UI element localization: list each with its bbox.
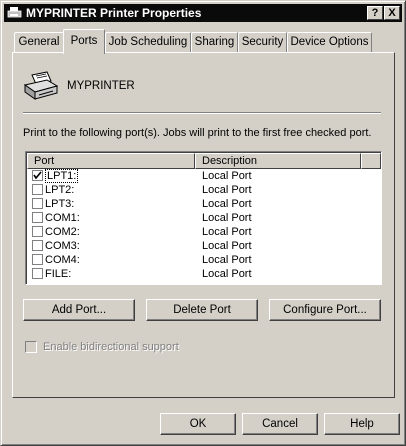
port-row[interactable]: COM3: Local Port	[28, 239, 378, 253]
port-name: LPT2:	[45, 184, 75, 196]
help-button[interactable]: Help	[324, 413, 400, 435]
port-description: Local Port	[202, 212, 252, 224]
ports-list[interactable]: Port Description LPT1: Local Port LPT2: …	[25, 151, 382, 285]
column-header-filler	[361, 153, 381, 169]
port-checkbox[interactable]	[32, 198, 43, 209]
bidirectional-checkbox	[25, 341, 37, 353]
tab-general[interactable]: General	[14, 32, 64, 52]
port-row[interactable]: LPT3: Local Port	[28, 197, 378, 211]
printer-properties-window: MYPRINTER Printer Properties ? X General…	[0, 0, 406, 446]
port-row[interactable]: LPT1: Local Port	[28, 169, 378, 183]
tab-security[interactable]: Security	[238, 32, 287, 52]
port-description: Local Port	[202, 254, 252, 266]
port-checkbox[interactable]	[32, 184, 43, 195]
title-bar[interactable]: MYPRINTER Printer Properties ? X	[4, 4, 402, 22]
port-name: COM3:	[45, 240, 80, 252]
tab-ports[interactable]: Ports	[63, 29, 105, 54]
separator	[23, 112, 381, 114]
port-description: Local Port	[202, 198, 252, 210]
port-description: Local Port	[202, 184, 252, 196]
configure-port-button[interactable]: Configure Port...	[269, 299, 381, 321]
tab-sharing[interactable]: Sharing	[191, 32, 238, 52]
port-row[interactable]: FILE: Local Port	[28, 267, 378, 281]
port-description: Local Port	[202, 226, 252, 238]
help-caption-button[interactable]: ?	[367, 6, 383, 20]
ok-button[interactable]: OK	[160, 413, 236, 435]
checkmark-icon	[33, 171, 42, 180]
port-checkbox[interactable]	[32, 254, 43, 265]
port-name: COM1:	[45, 212, 80, 224]
ports-instructions: Print to the following port(s). Jobs wil…	[23, 127, 372, 139]
port-checkbox[interactable]	[32, 240, 43, 251]
tab-job-scheduling[interactable]: Job Scheduling	[105, 32, 191, 52]
tab-device-options[interactable]: Device Options	[287, 32, 372, 52]
port-description: Local Port	[202, 240, 252, 252]
port-row[interactable]: COM2: Local Port	[28, 225, 378, 239]
port-checkbox[interactable]	[32, 212, 43, 223]
printer-icon	[23, 71, 59, 100]
port-checkbox[interactable]	[32, 170, 43, 181]
bidirectional-label: Enable bidirectional support	[43, 341, 179, 353]
port-name: LPT3:	[45, 198, 75, 210]
add-port-button[interactable]: Add Port...	[23, 299, 135, 321]
printer-name: MYPRINTER	[67, 80, 135, 92]
port-name: COM2:	[45, 226, 80, 238]
port-name: LPT1:	[45, 169, 79, 183]
port-row[interactable]: LPT2: Local Port	[28, 183, 378, 197]
port-checkbox[interactable]	[32, 226, 43, 237]
port-column-header[interactable]: Port	[27, 153, 195, 169]
description-column-header[interactable]: Description	[195, 153, 361, 169]
port-row[interactable]: COM1: Local Port	[28, 211, 378, 225]
port-checkbox[interactable]	[32, 268, 43, 279]
cancel-button[interactable]: Cancel	[242, 413, 318, 435]
window-title: MYPRINTER Printer Properties	[26, 6, 202, 20]
port-description: Local Port	[202, 268, 252, 280]
port-description: Local Port	[202, 170, 252, 182]
delete-port-button[interactable]: Delete Port	[146, 299, 258, 321]
printer-icon	[7, 7, 22, 18]
close-caption-button[interactable]: X	[384, 6, 400, 20]
port-name: COM4:	[45, 254, 80, 266]
port-name: FILE:	[45, 268, 72, 280]
port-row[interactable]: COM4: Local Port	[28, 253, 378, 267]
